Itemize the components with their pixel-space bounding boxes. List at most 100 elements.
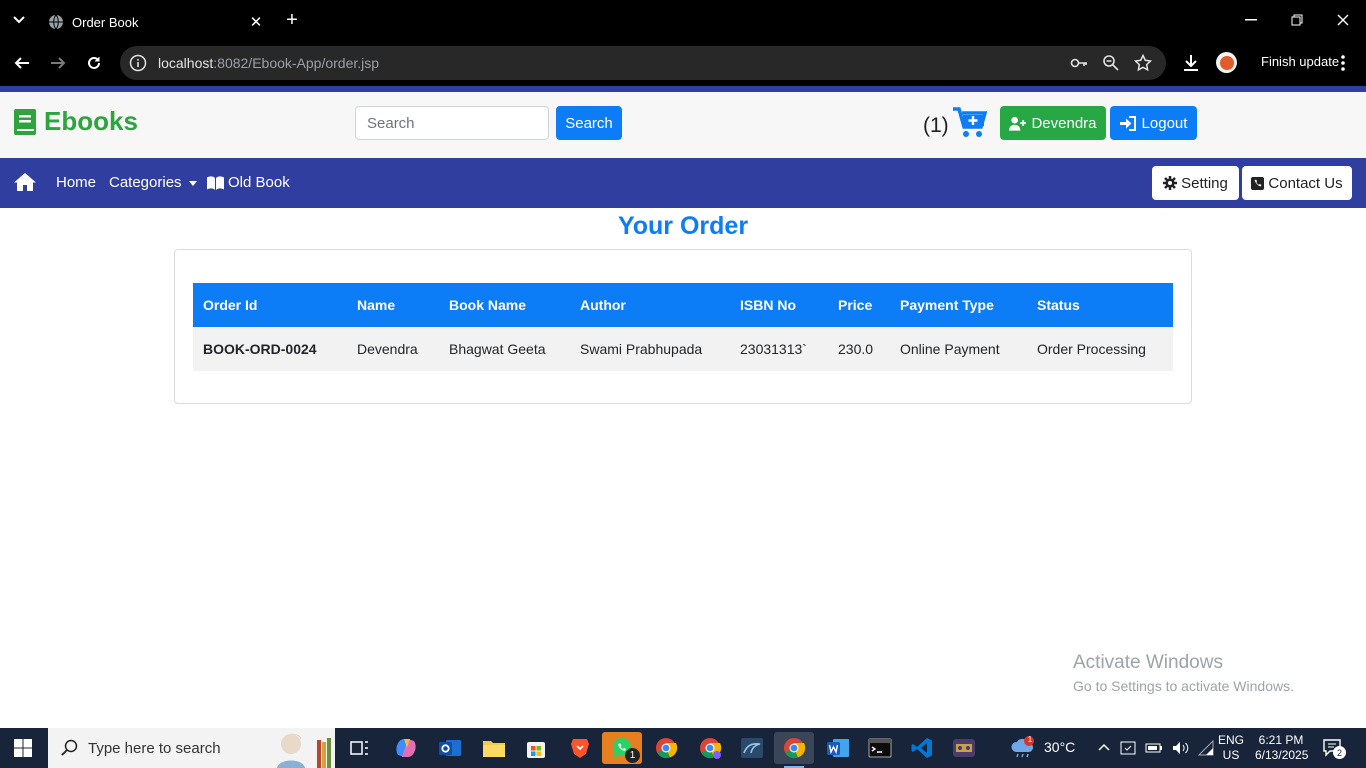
new-tab-icon[interactable]: +	[282, 9, 302, 31]
terminal-icon[interactable]	[860, 732, 900, 764]
weather-badge: 1	[1027, 735, 1033, 744]
close-window-icon[interactable]	[1320, 6, 1366, 34]
tab-search-icon[interactable]	[8, 10, 30, 30]
task-view-icon[interactable]	[340, 732, 380, 764]
cart-plus-icon[interactable]	[953, 107, 987, 139]
copilot-icon[interactable]	[386, 732, 426, 764]
word-icon[interactable]	[818, 732, 858, 764]
name-cell: Devendra	[357, 341, 418, 357]
activate-windows-watermark: Activate Windows Go to Settings to activ…	[1073, 652, 1294, 694]
clock-time: 6:21 PM	[1258, 733, 1304, 747]
battery-icon[interactable]	[1145, 738, 1163, 758]
bookmark-star-icon[interactable]	[1134, 54, 1152, 72]
nav-home[interactable]: Home	[56, 174, 96, 191]
payment-type-cell: Online Payment	[900, 341, 1000, 357]
game-app-icon[interactable]	[944, 732, 984, 764]
region-code: US	[1222, 748, 1240, 762]
orders-card: Order Id Name Book Name Author ISBN No P…	[174, 249, 1192, 404]
mysql-workbench-icon[interactable]	[732, 732, 772, 764]
weather-widget[interactable]: 1 30°C	[1010, 735, 1076, 758]
search-input[interactable]	[355, 106, 549, 140]
watermark-title: Activate Windows	[1073, 652, 1223, 673]
globe-icon	[49, 14, 63, 30]
nav-categories-label: Categories	[109, 174, 182, 191]
column-header: Author	[580, 297, 626, 313]
home-icon[interactable]	[14, 172, 36, 192]
minimize-icon[interactable]	[1228, 6, 1274, 34]
search-icon	[61, 739, 78, 756]
isbn-cell: 23031313`	[740, 341, 807, 357]
profile-avatar[interactable]	[1216, 52, 1237, 73]
forward-icon[interactable]	[47, 52, 69, 74]
main-navbar: Home Categories Old Book Setting Contact…	[0, 158, 1366, 208]
windows-taskbar: Type here to search 1 1 30°C ENG US 6:21…	[0, 728, 1366, 768]
search-button[interactable]: Search	[556, 106, 622, 140]
column-header: Status	[1037, 297, 1080, 313]
security-icon[interactable]	[1119, 738, 1137, 758]
whatsapp-icon[interactable]: 1	[602, 732, 642, 764]
column-header: Payment Type	[900, 297, 994, 313]
browser-tab-bar: Order Book ✕ +	[0, 0, 1366, 40]
setting-button[interactable]: Setting	[1152, 166, 1239, 200]
tab-title: Order Book	[72, 14, 139, 30]
volume-icon[interactable]	[1171, 738, 1189, 758]
open-book-icon	[207, 175, 224, 190]
logout-button[interactable]: Logout	[1110, 106, 1197, 140]
close-tab-icon[interactable]: ✕	[246, 12, 266, 32]
column-header: Order Id	[203, 297, 258, 313]
back-icon[interactable]	[11, 52, 33, 74]
temperature: 30°C	[1044, 739, 1076, 755]
file-explorer-icon[interactable]	[474, 732, 514, 764]
download-icon[interactable]	[1180, 52, 1202, 74]
browser-tab[interactable]: Order Book ✕	[36, 4, 274, 40]
chrome-active-icon[interactable]	[774, 732, 814, 768]
price-cell: 230.0	[838, 341, 874, 357]
search-highlight-illustration	[277, 733, 331, 768]
brand-logo[interactable]: Ebooks	[14, 106, 138, 137]
taskbar-search-box[interactable]: Type here to search	[48, 728, 335, 768]
column-header: Price	[838, 297, 873, 313]
notification-center-icon[interactable]: 2	[1322, 737, 1346, 759]
clock-date: 6/13/2025	[1255, 748, 1309, 762]
finish-update-button[interactable]: Finish update	[1261, 54, 1339, 69]
chevron-up-icon[interactable]	[1097, 738, 1111, 758]
zoom-icon[interactable]	[1102, 54, 1120, 72]
notification-badge: 2	[1333, 746, 1346, 759]
brave-browser-icon[interactable]	[560, 732, 600, 764]
restore-icon[interactable]	[1274, 6, 1320, 34]
site-info-icon[interactable]	[129, 54, 147, 72]
outlook-icon[interactable]	[430, 732, 470, 764]
author-cell: Swami Prabhupada	[580, 341, 703, 357]
chrome-profile-1-icon[interactable]	[646, 732, 686, 764]
vscode-icon[interactable]	[902, 732, 942, 764]
chrome-profile-2-icon[interactable]	[690, 732, 730, 764]
book-icon	[14, 108, 36, 135]
user-plus-icon	[1009, 116, 1027, 131]
contact-us-label: Contact Us	[1268, 174, 1343, 192]
key-icon[interactable]	[1070, 54, 1088, 72]
address-bar: localhost:8082/Ebook-App/order.jsp Finis…	[0, 40, 1366, 86]
clock[interactable]: 6:21 PM 6/13/2025	[1255, 733, 1309, 763]
column-header: ISBN No	[740, 297, 796, 313]
gear-icon	[1163, 176, 1178, 190]
page-title: Your Order	[617, 212, 749, 240]
user-profile-button[interactable]: Devendra	[1000, 106, 1106, 140]
reload-icon[interactable]	[83, 52, 105, 74]
network-icon[interactable]	[1197, 738, 1215, 758]
brand-name: Ebooks	[44, 106, 138, 136]
language-indicator[interactable]: ENG US	[1218, 733, 1244, 763]
contact-us-button[interactable]: Contact Us	[1242, 166, 1352, 200]
book-name-cell: Bhagwat Geeta	[449, 341, 546, 357]
nav-old-book[interactable]: Old Book	[207, 174, 290, 191]
user-name: Devendra	[1031, 114, 1097, 132]
taskbar-search-placeholder: Type here to search	[88, 739, 221, 757]
url-bar[interactable]: localhost:8082/Ebook-App/order.jsp	[120, 46, 1166, 80]
nav-categories-dropdown[interactable]: Categories	[109, 174, 197, 191]
nav-old-book-label: Old Book	[228, 174, 290, 191]
windows-start-icon[interactable]	[14, 739, 32, 757]
microsoft-store-icon[interactable]	[516, 732, 556, 764]
table-row: BOOK-ORD-0024 Devendra Bhagwat Geeta Swa…	[193, 327, 1173, 371]
caret-down-icon	[188, 181, 197, 186]
table-header-row: Order Id Name Book Name Author ISBN No P…	[193, 283, 1173, 327]
more-menu-icon[interactable]	[1336, 52, 1350, 74]
